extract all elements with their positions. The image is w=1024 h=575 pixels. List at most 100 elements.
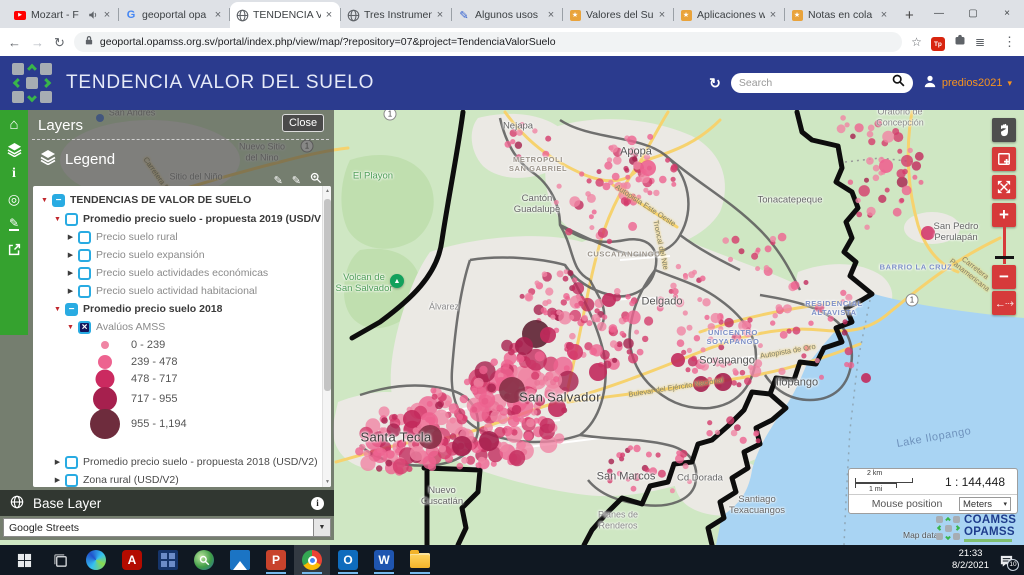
zoom-out-button[interactable]: −	[992, 265, 1016, 289]
menu-kebab-icon[interactable]: ⋮	[1003, 33, 1016, 51]
layer-checkbox[interactable]	[65, 474, 78, 487]
layer-tree-item[interactable]: Promedio precio suelo - propuesta 2018 (…	[33, 454, 321, 470]
layer-tree-item[interactable]: Precio suelo actividad habitacional	[33, 283, 321, 299]
tampermonkey-icon[interactable]: Tp	[931, 33, 945, 52]
photos-taskbar-icon[interactable]	[222, 545, 258, 575]
tab-close-icon[interactable]: ×	[101, 9, 113, 21]
extensions-puzzle-icon[interactable]	[954, 33, 966, 51]
scroll-up-icon[interactable]: ▲	[323, 188, 331, 194]
collapse-arrow-icon[interactable]	[52, 306, 63, 313]
base-layer-select[interactable]: Google Streets ▼	[3, 518, 331, 537]
chrome-taskbar-icon[interactable]	[294, 545, 330, 575]
layer-checkbox[interactable]	[52, 194, 65, 207]
scroll-down-icon[interactable]: ▼	[323, 479, 331, 485]
info-icon[interactable]: i	[311, 497, 324, 510]
expand-arrow-icon[interactable]	[65, 233, 76, 241]
layer-tree-item[interactable]: Promedio precio suelo - propuesta 2019 (…	[33, 211, 321, 227]
layer-tree-item[interactable]: Precio suelo rural	[33, 229, 321, 245]
layers-icon[interactable]	[4, 140, 24, 158]
back-icon[interactable]: ←	[8, 36, 21, 49]
pan-hand-button[interactable]	[992, 118, 1016, 142]
layer-checkbox[interactable]	[65, 213, 78, 226]
file-explorer-taskbar-icon[interactable]	[402, 545, 438, 575]
taskbar-clock[interactable]: 21:33 8/2/2021	[952, 548, 989, 573]
collapse-arrow-icon[interactable]	[52, 216, 63, 223]
blue-grid-app-taskbar-icon[interactable]	[150, 545, 186, 575]
zoom-slider-handle[interactable]	[995, 256, 1014, 259]
browser-tab[interactable]: ▶Mozart - F×	[8, 2, 118, 28]
search-icon[interactable]	[892, 74, 905, 92]
task-view-taskbar-icon[interactable]	[42, 545, 78, 575]
expand-arrow-icon[interactable]	[52, 476, 63, 484]
powerpoint-taskbar-icon[interactable]: P	[258, 545, 294, 575]
browser-tab[interactable]: Ggeoportal opa×	[119, 2, 229, 28]
outlook-taskbar-icon[interactable]: O	[330, 545, 366, 575]
layer-checkbox[interactable]	[65, 456, 78, 469]
tab-close-icon[interactable]: ×	[656, 9, 668, 21]
new-tab-button[interactable]: +	[905, 7, 914, 24]
layer-checkbox[interactable]	[78, 321, 91, 334]
chevron-down-icon[interactable]: ▼	[313, 519, 330, 536]
acrobat-taskbar-icon[interactable]: A	[114, 545, 150, 575]
tab-close-icon[interactable]: ×	[878, 9, 890, 21]
expand-arrow-icon[interactable]	[65, 251, 76, 259]
word-taskbar-icon[interactable]: W	[366, 545, 402, 575]
browser-tab[interactable]: ✎Algunos usos×	[452, 2, 562, 28]
browser-tab[interactable]: ★Aplicaciones w×	[674, 2, 784, 28]
units-select[interactable]: Meters ▾	[959, 497, 1011, 511]
address-bar[interactable]: geoportal.opamss.org.sv/portal/index.php…	[74, 32, 902, 52]
tab-close-icon[interactable]: ×	[767, 9, 779, 21]
scroll-thumb[interactable]	[324, 199, 331, 391]
layer-tree-item[interactable]: Avalúos AMSS	[33, 319, 321, 335]
scrollbar[interactable]: ▲ ▼	[322, 186, 331, 487]
measure-icon[interactable]: ✎	[4, 215, 24, 233]
bookmark-star-icon[interactable]: ☆	[911, 33, 922, 51]
reload-icon[interactable]: ↻	[54, 36, 65, 49]
audio-speaker-icon[interactable]	[88, 10, 98, 20]
search-input[interactable]	[739, 77, 888, 89]
full-extent-button[interactable]	[992, 175, 1016, 199]
start-taskbar-icon[interactable]	[6, 545, 42, 575]
tab-close-icon[interactable]: ×	[323, 9, 335, 21]
locate-icon[interactable]: ◎	[4, 190, 24, 208]
tab-close-icon[interactable]: ×	[434, 9, 446, 21]
refresh-icon[interactable]: ↻	[709, 75, 721, 92]
expand-arrow-icon[interactable]	[65, 269, 76, 277]
layer-tree-item[interactable]: Promedio precio suelo 2018	[33, 301, 321, 317]
layer-checkbox[interactable]	[65, 303, 78, 316]
collapse-arrow-icon[interactable]	[65, 324, 76, 331]
map-search-app-taskbar-icon[interactable]	[186, 545, 222, 575]
layer-tree-item[interactable]: Precio suelo actividades económicas	[33, 265, 321, 281]
browser-tab[interactable]: ★Notas en cola×	[785, 2, 895, 28]
layer-tree-item[interactable]: Zona rural (USD/V2)	[33, 472, 321, 487]
layer-checkbox[interactable]	[78, 249, 91, 262]
layer-checkbox[interactable]	[78, 231, 91, 244]
extent-history-button[interactable]: ←⇢	[992, 291, 1016, 315]
edge-taskbar-icon[interactable]	[78, 545, 114, 575]
close-panel-button[interactable]: Close	[282, 114, 324, 132]
user-menu[interactable]: predios2021 ▾	[923, 74, 1012, 93]
home-icon[interactable]: ⌂	[4, 115, 24, 133]
zoom-rectangle-button[interactable]	[992, 147, 1016, 171]
layer-tree-item[interactable]: TENDENCIAS DE VALOR DE SUELO	[33, 192, 321, 208]
zoom-in-button[interactable]: +	[992, 203, 1016, 227]
expand-arrow-icon[interactable]	[52, 458, 63, 466]
info-icon[interactable]: i	[4, 165, 24, 183]
action-center-icon[interactable]: 10	[999, 553, 1014, 568]
search-box[interactable]	[731, 73, 913, 93]
tab-close-icon[interactable]: ×	[212, 9, 224, 21]
close-window-button[interactable]: ×	[990, 0, 1024, 26]
collapse-arrow-icon[interactable]	[39, 197, 50, 204]
layer-tree-item[interactable]: Precio suelo expansión	[33, 247, 321, 263]
maximize-window-button[interactable]: ▢	[956, 0, 990, 26]
reading-list-icon[interactable]: ≣	[975, 33, 985, 51]
expand-arrow-icon[interactable]	[65, 287, 76, 295]
browser-tab[interactable]: Tres Instrumen×	[341, 2, 451, 28]
minimize-window-button[interactable]: —	[922, 0, 956, 26]
forward-icon[interactable]: →	[31, 36, 44, 49]
share-icon[interactable]	[4, 240, 24, 258]
tab-close-icon[interactable]: ×	[545, 9, 557, 21]
browser-tab[interactable]: ★Valores del Su×	[563, 2, 673, 28]
layer-checkbox[interactable]	[78, 267, 91, 280]
browser-tab[interactable]: TENDENCIA VA×	[230, 2, 340, 28]
